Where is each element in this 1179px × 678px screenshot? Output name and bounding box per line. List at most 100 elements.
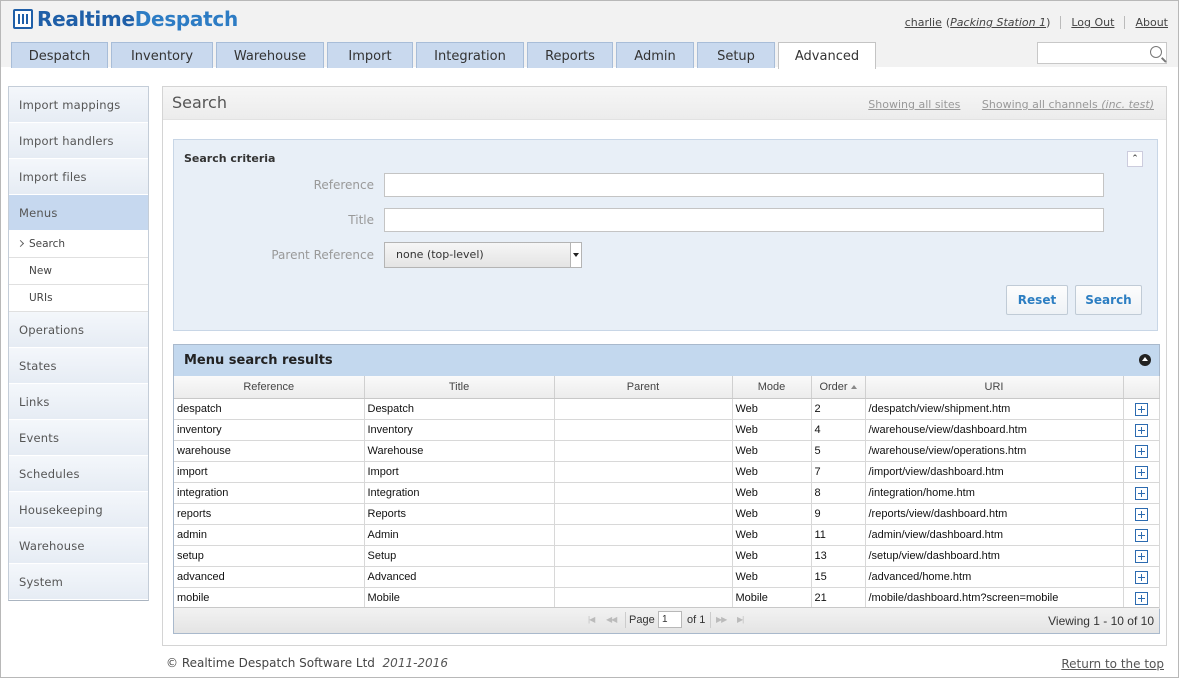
sidebar-item-import-handlers[interactable]: Import handlers: [9, 123, 148, 159]
logout-link[interactable]: Log Out: [1071, 16, 1114, 29]
showing-sites-link[interactable]: Showing all sites: [868, 98, 960, 111]
table-row[interactable]: setup Setup Web 13/setup/view/dashboard.htm: [174, 545, 1160, 567]
sidebar-subitem-search[interactable]: Search: [9, 231, 148, 258]
table-row[interactable]: import Import Web 7/import/view/dashboard.h…: [174, 461, 1160, 483]
user-name-link[interactable]: charlie: [905, 16, 942, 29]
divider: [710, 612, 711, 628]
parent-reference-value: none (top-level): [396, 248, 484, 261]
sidebar-item-housekeeping[interactable]: Housekeeping: [9, 492, 148, 528]
table-row[interactable]: warehouse Warehouse Web 5/warehouse/view/op…: [174, 440, 1160, 462]
collapse-results-icon[interactable]: [1139, 354, 1151, 366]
reference-label: Reference: [313, 178, 374, 192]
expand-row-icon[interactable]: [1134, 486, 1148, 500]
collapse-criteria-button[interactable]: ⌃: [1127, 151, 1143, 167]
footer-copyright: © Realtime Despatch Software Ltd 2011-20…: [166, 656, 448, 670]
parent-cell: [554, 398, 733, 420]
column-header-title[interactable]: Title: [364, 376, 555, 399]
tab-import[interactable]: Import: [327, 42, 413, 68]
reference-input[interactable]: [384, 173, 1104, 197]
expand-row-icon[interactable]: [1134, 570, 1148, 584]
sidebar-item-system[interactable]: System: [9, 564, 148, 600]
parent-cell: [554, 566, 733, 588]
order-cell: 11: [811, 524, 866, 546]
sidebar-item-import-mappings[interactable]: Import mappings: [9, 87, 148, 123]
column-header-reference[interactable]: Reference: [174, 376, 365, 399]
parent-reference-select[interactable]: none (top-level): [384, 242, 582, 268]
tab-integration[interactable]: Integration: [416, 42, 524, 68]
mode-cell: Web: [732, 545, 812, 567]
sidebar-subitem-new[interactable]: New: [9, 258, 148, 285]
page-number-input[interactable]: 1: [658, 611, 682, 628]
tab-advanced[interactable]: Advanced: [778, 42, 876, 69]
table-row[interactable]: reports Reports Web 9/reports/view/dashboar…: [174, 503, 1160, 525]
reference-cell: advanced: [174, 566, 365, 588]
tab-setup[interactable]: Setup: [697, 42, 775, 68]
uri-cell: /admin/view/dashboard.htm: [865, 524, 1124, 546]
prev-page-icon[interactable]: ◀◀: [606, 615, 617, 624]
last-page-icon[interactable]: ▶|: [737, 615, 744, 624]
table-row[interactable]: admin Admin Web 11/admin/view/dashboard.htm: [174, 524, 1160, 546]
search-button[interactable]: Search: [1075, 285, 1142, 315]
sidebar-item-warehouse[interactable]: Warehouse: [9, 528, 148, 564]
mode-cell: Web: [732, 482, 812, 504]
search-icon[interactable]: [1150, 46, 1162, 58]
table-row[interactable]: mobile Mobile Mobile 21/mobile/dashboard.ht…: [174, 587, 1160, 609]
order-cell: 7: [811, 461, 866, 483]
sidebar-item-events[interactable]: Events: [9, 420, 148, 456]
tab-admin[interactable]: Admin: [616, 42, 694, 68]
tab-despatch[interactable]: Despatch: [11, 42, 108, 68]
showing-channels-link[interactable]: Showing all channels (inc. test): [982, 98, 1154, 111]
parent-reference-label: Parent Reference: [271, 248, 374, 262]
global-search-input[interactable]: [1037, 42, 1167, 64]
expand-row-icon[interactable]: [1134, 402, 1148, 416]
criteria-title: Search criteria: [184, 152, 276, 165]
station-link[interactable]: Packing Station 1: [950, 16, 1046, 29]
tab-inventory[interactable]: Inventory: [111, 42, 213, 68]
expand-row-icon[interactable]: [1134, 528, 1148, 542]
sidebar-item-states[interactable]: States: [9, 348, 148, 384]
pagination-bar: |◀ ◀◀ Page 1 of 1 ▶▶ ▶| Viewing 1 - 10 o…: [174, 607, 1159, 633]
expand-row-icon[interactable]: [1134, 465, 1148, 479]
sidebar-item-schedules[interactable]: Schedules: [9, 456, 148, 492]
expand-row-icon[interactable]: [1134, 444, 1148, 458]
main-tabs: Despatch Inventory Warehouse Import Inte…: [11, 42, 879, 69]
expand-row-icon[interactable]: [1134, 591, 1148, 605]
sidebar-item-links[interactable]: Links: [9, 384, 148, 420]
column-header-order[interactable]: Order: [811, 376, 866, 399]
table-row[interactable]: integration Integration Web 8/integration/h…: [174, 482, 1160, 504]
row-action-cell: [1123, 398, 1160, 420]
column-header-parent[interactable]: Parent: [554, 376, 733, 399]
tab-reports[interactable]: Reports: [527, 42, 613, 68]
tab-warehouse[interactable]: Warehouse: [216, 42, 324, 68]
sidebar: Import mappings Import handlers Import f…: [8, 86, 149, 601]
uri-cell: /warehouse/view/operations.htm: [865, 440, 1124, 462]
results-header: Menu search results: [174, 345, 1159, 377]
logo[interactable]: RealtimeDespatch: [13, 7, 238, 31]
divider: [1124, 16, 1126, 29]
table-row[interactable]: inventory Inventory Web 4/warehouse/view/da…: [174, 419, 1160, 441]
reset-button[interactable]: Reset: [1006, 285, 1068, 315]
title-cell: Reports: [364, 503, 555, 525]
column-header-uri[interactable]: URI: [865, 376, 1124, 399]
expand-row-icon[interactable]: [1134, 423, 1148, 437]
first-page-icon[interactable]: |◀: [588, 615, 595, 624]
reference-cell: mobile: [174, 587, 365, 609]
next-page-icon[interactable]: ▶▶: [716, 615, 727, 624]
column-header-mode[interactable]: Mode: [732, 376, 812, 399]
sidebar-subitem-uris[interactable]: URIs: [9, 285, 148, 312]
sidebar-item-menus[interactable]: Menus: [9, 195, 148, 231]
order-cell: 8: [811, 482, 866, 504]
title-input[interactable]: [384, 208, 1104, 232]
dropdown-arrow-icon[interactable]: [570, 243, 581, 267]
expand-row-icon[interactable]: [1134, 507, 1148, 521]
sidebar-item-operations[interactable]: Operations: [9, 312, 148, 348]
mode-cell: Web: [732, 440, 812, 462]
table-row[interactable]: despatch Despatch Web 2/despatch/view/shipm…: [174, 398, 1160, 420]
return-to-top-link[interactable]: Return to the top: [1061, 657, 1164, 671]
sidebar-item-import-files[interactable]: Import files: [9, 159, 148, 195]
about-link[interactable]: About: [1135, 16, 1168, 29]
expand-row-icon[interactable]: [1134, 549, 1148, 563]
parent-cell: [554, 503, 733, 525]
reference-cell: integration: [174, 482, 365, 504]
table-row[interactable]: advanced Advanced Web 15/advanced/home.htm: [174, 566, 1160, 588]
